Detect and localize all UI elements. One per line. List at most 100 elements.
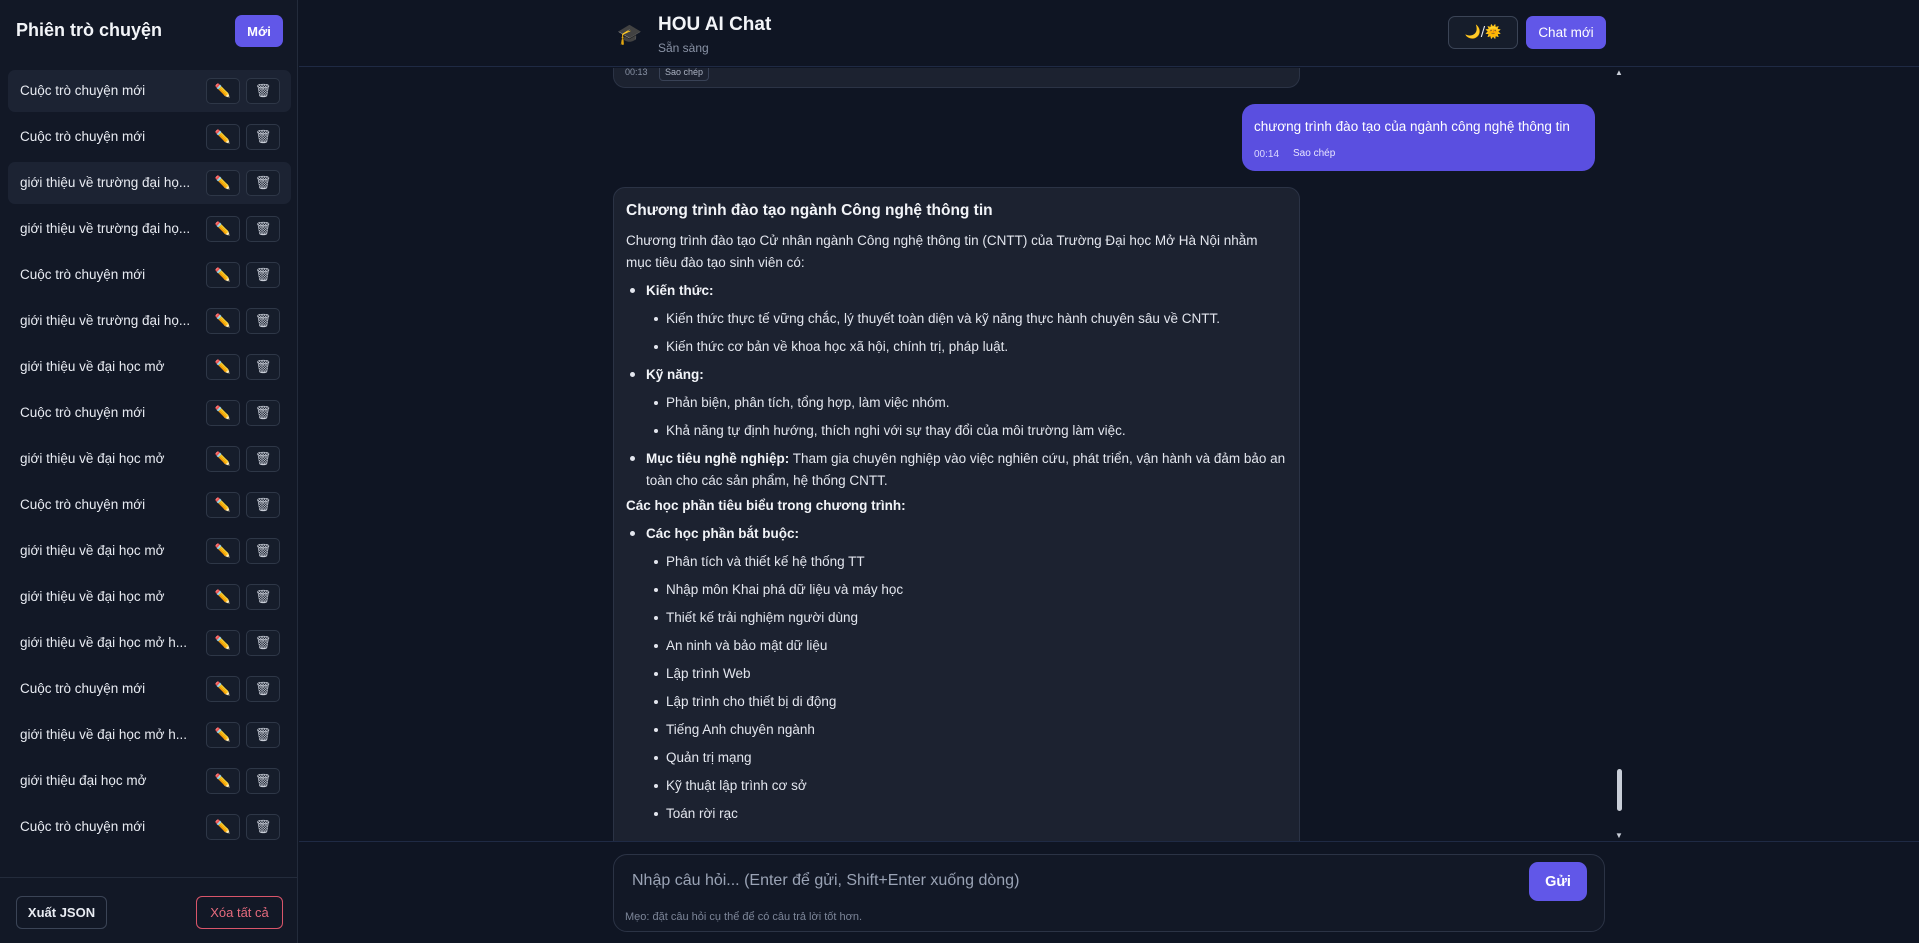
list-item: Lập trình cho thiết bị di động [646, 691, 1286, 713]
copy-button[interactable]: Sao chép [659, 68, 710, 81]
pencil-icon[interactable]: ✏️ [206, 584, 240, 610]
session-item[interactable]: Cuộc trò chuyện mới ✏️ 🗑 [8, 806, 291, 848]
composer-hint: Mẹo: đặt câu hỏi cụ thể để có câu trả lờ… [625, 911, 863, 923]
copy-button[interactable]: Sao chép [1287, 145, 1341, 163]
list-item: Mục tiêu nghề nghiệp: Tham gia chuyên ng… [626, 448, 1286, 492]
session-item-label: giới thiệu về đại học mở h... [20, 727, 188, 742]
knowledge-title: Kiến thức: [646, 283, 714, 298]
trash-icon[interactable]: 🗑 [246, 216, 280, 242]
session-item[interactable]: giới thiệu về trường đại họ... ✏️ 🗑 [8, 162, 291, 204]
pencil-icon[interactable]: ✏️ [206, 538, 240, 564]
message-time: 00:13 [625, 68, 648, 77]
session-item[interactable]: Cuộc trò chuyện mới ✏️ 🗑 [8, 392, 291, 434]
list-item: Các học phần bắt buộc: Phân tích và thiế… [626, 523, 1286, 825]
pencil-icon[interactable]: ✏️ [206, 446, 240, 472]
session-item-label: giới thiệu đại học mở [20, 773, 147, 788]
career-title: Mục tiêu nghề nghiệp: [646, 451, 790, 466]
previous-message: 00:13 Sao chép [613, 68, 1300, 88]
required-title: Các học phần bắt buộc: [646, 526, 800, 541]
session-item[interactable]: Cuộc trò chuyện mới ✏️ 🗑 [8, 70, 291, 112]
trash-icon[interactable]: 🗑 [246, 584, 280, 610]
pencil-icon[interactable]: ✏️ [206, 492, 240, 518]
list-item: Toán rời rạc [646, 803, 1286, 825]
chat-area: 00:13 Sao chép chương trình đào tạo của … [299, 68, 1919, 841]
session-item[interactable]: giới thiệu về trường đại họ... ✏️ 🗑 [8, 208, 291, 250]
session-item-label: Cuộc trò chuyện mới [20, 819, 146, 834]
list-item: Khả năng tự định hướng, thích nghi với s… [646, 420, 1286, 442]
session-item-label: Cuộc trò chuyện mới [20, 497, 146, 512]
session-item[interactable]: giới thiệu đại học mở ✏️ 🗑 [8, 760, 291, 802]
answer-list: Kiến thức: Kiến thức thực tế vững chắc, … [626, 280, 1286, 492]
session-item[interactable]: Cuộc trò chuyện mới ✏️ 🗑 [8, 254, 291, 296]
session-item-label: Cuộc trò chuyện mới [20, 267, 146, 282]
session-item[interactable]: giới thiệu về đại học mở ✏️ 🗑 [8, 346, 291, 388]
message-time: 00:14 [1254, 149, 1280, 160]
new-chat-button[interactable]: Chat mới [1526, 16, 1606, 49]
composer: Gửi Mẹo: đặt câu hỏi cụ thể để có câu tr… [613, 854, 1605, 932]
list-item: Kiến thức: Kiến thức thực tế vững chắc, … [626, 280, 1286, 358]
pencil-icon[interactable]: ✏️ [206, 170, 240, 196]
scroll-up-arrow-icon[interactable]: ▲ [1615, 68, 1623, 77]
list-item: Phân tích và thiết kế hệ thống TT [646, 551, 1286, 573]
pencil-icon[interactable]: ✏️ [206, 308, 240, 334]
trash-icon[interactable]: 🗑 [246, 78, 280, 104]
answer-intro: Chương trình đào tạo Cử nhân ngành Công … [626, 233, 1258, 270]
scrollbar-thumb[interactable] [1617, 769, 1622, 811]
scroll-down-arrow-icon[interactable]: ▼ [1615, 831, 1623, 840]
assistant-message: Chương trình đào tạo ngành Công nghệ thô… [613, 187, 1300, 841]
session-item-label: Cuộc trò chuyện mới [20, 129, 146, 144]
session-item-label: Cuộc trò chuyện mới [20, 83, 146, 98]
session-item[interactable]: giới thiệu về đại học mở ✏️ 🗑 [8, 438, 291, 480]
trash-icon[interactable]: 🗑 [246, 538, 280, 564]
trash-icon[interactable]: 🗑 [246, 354, 280, 380]
trash-icon[interactable]: 🗑 [246, 492, 280, 518]
pencil-icon[interactable]: ✏️ [206, 768, 240, 794]
trash-icon[interactable]: 🗑 [246, 722, 280, 748]
trash-icon[interactable]: 🗑 [246, 768, 280, 794]
graduation-cap-icon: 🎓 [617, 24, 642, 46]
send-button[interactable]: Gửi [1529, 862, 1587, 901]
session-item[interactable]: Cuộc trò chuyện mới ✏️ 🗑 [8, 668, 291, 710]
pencil-icon[interactable]: ✏️ [206, 676, 240, 702]
clear-all-button[interactable]: Xóa tất cả [196, 896, 283, 929]
pencil-icon[interactable]: ✏️ [206, 814, 240, 840]
theme-toggle-button[interactable]: 🌙/🌞 [1448, 16, 1518, 49]
sidebar-header: Phiên trò chuyện Mới [0, 0, 298, 62]
composer-area: Gửi Mẹo: đặt câu hỏi cụ thể để có câu tr… [299, 841, 1919, 943]
trash-icon[interactable]: 🗑 [246, 308, 280, 334]
session-item[interactable]: Cuộc trò chuyện mới ✏️ 🗑 [8, 116, 291, 158]
export-json-button[interactable]: Xuất JSON [16, 896, 107, 929]
trash-icon[interactable]: 🗑 [246, 630, 280, 656]
answer-heading: Chương trình đào tạo ngành Công nghệ thô… [626, 202, 993, 219]
user-message-text: chương trình đào tạo của ngành công nghệ… [1254, 119, 1570, 134]
required-courses-list: Phân tích và thiết kế hệ thống TT Nhập m… [646, 551, 1286, 825]
session-item[interactable]: giới thiệu về đại học mở h... ✏️ 🗑 [8, 622, 291, 664]
trash-icon[interactable]: 🗑 [246, 262, 280, 288]
pencil-icon[interactable]: ✏️ [206, 630, 240, 656]
session-item[interactable]: giới thiệu về đại học mở ✏️ 🗑 [8, 530, 291, 572]
pencil-icon[interactable]: ✏️ [206, 124, 240, 150]
session-item[interactable]: Cuộc trò chuyện mới ✏️ 🗑 [8, 484, 291, 526]
pencil-icon[interactable]: ✏️ [206, 722, 240, 748]
skills-title: Kỹ năng: [646, 367, 704, 382]
trash-icon[interactable]: 🗑 [246, 170, 280, 196]
trash-icon[interactable]: 🗑 [246, 446, 280, 472]
trash-icon[interactable]: 🗑 [246, 124, 280, 150]
pencil-icon[interactable]: ✏️ [206, 354, 240, 380]
pencil-icon[interactable]: ✏️ [206, 262, 240, 288]
session-item[interactable]: giới thiệu về trường đại họ... ✏️ 🗑 [8, 300, 291, 342]
assistant-message-content: Chương trình đào tạo ngành Công nghệ thô… [626, 202, 1286, 831]
trash-icon[interactable]: 🗑 [246, 400, 280, 426]
list-item: Thiết kế trải nghiệm người dùng [646, 607, 1286, 629]
trash-icon[interactable]: 🗑 [246, 676, 280, 702]
message-input[interactable] [632, 869, 1532, 893]
topbar: 🎓 HOU AI Chat Sẵn sàng 🌙/🌞 Chat mới [299, 0, 1919, 67]
pencil-icon[interactable]: ✏️ [206, 216, 240, 242]
pencil-icon[interactable]: ✏️ [206, 78, 240, 104]
new-session-button[interactable]: Mới [235, 15, 283, 47]
session-item[interactable]: giới thiệu về đại học mở ✏️ 🗑 [8, 576, 291, 618]
session-item-label: giới thiệu về đại học mở [20, 589, 165, 604]
session-item[interactable]: giới thiệu về đại học mở h... ✏️ 🗑 [8, 714, 291, 756]
trash-icon[interactable]: 🗑 [246, 814, 280, 840]
pencil-icon[interactable]: ✏️ [206, 400, 240, 426]
